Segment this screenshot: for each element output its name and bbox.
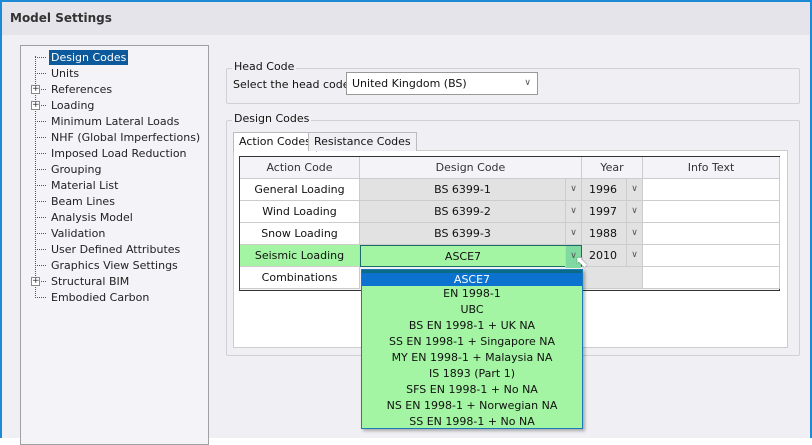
tree-connector [35, 233, 46, 234]
design-code-select[interactable]: BS 6399-1 ∨ [360, 179, 582, 201]
design-code-value: BS 6399-3 [434, 227, 491, 240]
action-code-cell: Snow Loading [240, 223, 360, 245]
info-text-cell[interactable] [643, 201, 780, 223]
chevron-down-icon[interactable]: ∨ [626, 179, 642, 201]
year-value: 1988 [589, 227, 617, 240]
dropdown-option[interactable]: EN 1998-1 [362, 286, 582, 302]
dropdown-option[interactable]: BS EN 1998-1 + UK NA [362, 318, 582, 334]
tree-connector [35, 249, 46, 250]
year-value: 2010 [589, 249, 617, 262]
model-settings-window: Model Settings Design Codes Units + Referen… [0, 0, 812, 445]
design-code-value: BS 6399-2 [434, 205, 491, 218]
year-select[interactable]: 1997 ∨ [582, 201, 643, 223]
column-header: Action Code [240, 157, 360, 179]
chevron-down-icon[interactable]: ∨ [626, 245, 642, 267]
action-code-cell: General Loading [240, 179, 360, 201]
year-value: 1997 [589, 205, 617, 218]
tab-action-codes[interactable]: Action Codes [233, 132, 317, 152]
chevron-down-icon[interactable]: ∨ [565, 179, 581, 201]
action-code-cell: Seismic Loading [240, 245, 360, 267]
tree-connector [35, 217, 46, 218]
tree-item-beam-lines[interactable]: Beam Lines [49, 194, 117, 209]
design-codes-group-label: Design Codes [232, 112, 312, 125]
tree-connector [35, 57, 46, 58]
year-value: 1996 [589, 183, 617, 196]
action-code-cell: Combinations [240, 267, 360, 289]
tree-connector [35, 73, 46, 74]
tree-item-units[interactable]: Units [49, 66, 81, 81]
combinations-empty-cell [582, 267, 643, 289]
design-code-select[interactable]: ASCE7 ∨ [360, 245, 582, 268]
mouse-cursor-icon: ⬉ [575, 252, 589, 271]
dropdown-option[interactable]: IS 1893 (Part 1) [362, 366, 582, 382]
dropdown-option[interactable]: SFS EN 1998-1 + No NA [362, 382, 582, 398]
info-text-cell[interactable] [643, 223, 780, 245]
tree-connector [35, 201, 46, 202]
tree-item-embodied-carbon[interactable]: Embodied Carbon [49, 290, 151, 305]
tree-item-material-list[interactable]: Material List [49, 178, 120, 193]
column-header: Design Code [360, 157, 582, 179]
tree-connector [35, 265, 46, 266]
head-code-group-label: Head Code [232, 60, 297, 73]
column-header: Year [582, 157, 643, 179]
tree-item-minimum-lateral-loads[interactable]: Minimum Lateral Loads [49, 114, 181, 129]
expand-plus-icon[interactable]: + [31, 85, 40, 94]
tree-item-grouping[interactable]: Grouping [49, 162, 104, 177]
design-code-select[interactable]: BS 6399-2 ∨ [360, 201, 582, 223]
chevron-down-icon[interactable]: ∨ [565, 223, 581, 245]
tree-item-analysis-model[interactable]: Analysis Model [49, 210, 135, 225]
expand-plus-icon[interactable]: + [31, 101, 40, 110]
head-code-value: United Kingdom (BS) [352, 77, 467, 90]
info-text-cell[interactable] [643, 245, 780, 267]
head-code-label: Select the head code [233, 78, 350, 91]
tree-connector [35, 169, 46, 170]
tree-item-design-codes[interactable]: Design Codes [49, 50, 129, 65]
design-code-dropdown-list[interactable]: ASCE7 EN 1998-1 UBC BS EN 1998-1 + UK NA SS … [361, 269, 583, 429]
tree-item-validation[interactable]: Validation [49, 226, 107, 241]
tree-item-structural-bim[interactable]: Structural BIM [49, 274, 131, 289]
dropdown-option[interactable]: SS EN 1998-1 + Singapore NA [362, 334, 582, 350]
tree-item-graphics-view-settings[interactable]: Graphics View Settings [49, 258, 180, 273]
head-code-select[interactable]: United Kingdom (BS) ∨ [346, 72, 538, 95]
design-code-value: BS 6399-1 [434, 183, 491, 196]
dropdown-option[interactable]: SS EN 1998-1 + No NA [362, 414, 582, 430]
dropdown-option[interactable]: NS EN 1998-1 + Norwegian NA [362, 398, 582, 414]
chevron-down-icon[interactable]: ∨ [565, 201, 581, 223]
tree-connector [35, 185, 46, 186]
year-select[interactable]: 2010 ∨ [582, 245, 643, 267]
tree-connector [35, 137, 46, 138]
tree-connector [35, 121, 46, 122]
chevron-down-icon: ∨ [524, 78, 531, 88]
chevron-down-icon[interactable]: ∨ [626, 223, 642, 245]
expand-plus-icon[interactable]: + [31, 277, 40, 286]
dropdown-option[interactable]: ASCE7 [362, 270, 582, 286]
column-header: Info Text [643, 157, 780, 179]
info-text-cell[interactable] [643, 267, 780, 289]
tree-item-references[interactable]: References [49, 82, 114, 97]
settings-tree[interactable]: Design Codes Units + References + Loading Mini… [20, 45, 209, 445]
year-select[interactable]: 1996 ∨ [582, 179, 643, 201]
tree-item-nhf-global-imperfections[interactable]: NHF (Global Imperfections) [49, 130, 202, 145]
tab-resistance-codes[interactable]: Resistance Codes [308, 132, 417, 151]
tree-connector [35, 297, 46, 298]
design-code-select[interactable]: BS 6399-3 ∨ [360, 223, 582, 245]
year-select[interactable]: 1988 ∨ [582, 223, 643, 245]
info-text-cell[interactable] [643, 179, 780, 201]
tree-item-loading[interactable]: Loading [49, 98, 96, 113]
design-code-value: ASCE7 [444, 250, 482, 263]
chevron-down-icon[interactable]: ∨ [626, 201, 642, 223]
window-title: Model Settings [2, 2, 810, 35]
dropdown-option[interactable]: MY EN 1998-1 + Malaysia NA [362, 350, 582, 366]
tree-connector [35, 153, 46, 154]
tree-item-user-defined-attributes[interactable]: User Defined Attributes [49, 242, 182, 257]
tree-item-imposed-load-reduction[interactable]: Imposed Load Reduction [49, 146, 189, 161]
dropdown-option[interactable]: UBC [362, 302, 582, 318]
action-code-cell: Wind Loading [240, 201, 360, 223]
